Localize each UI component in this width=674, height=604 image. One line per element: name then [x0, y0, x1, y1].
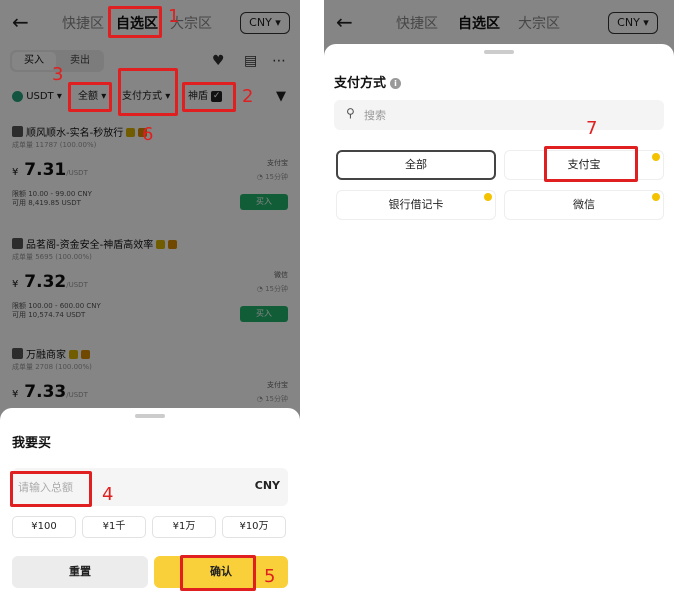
sheet-title: 我要买 — [12, 436, 52, 451]
annotation-1: 1 — [168, 6, 180, 27]
amount-currency: CNY — [254, 479, 280, 492]
info-icon[interactable]: i — [390, 78, 402, 89]
annotation-7: 7 — [586, 118, 598, 139]
alipay-label: 支付宝 — [567, 158, 601, 171]
payment-search: ⚲ — [334, 100, 664, 130]
payment-option-all[interactable]: 全部 — [336, 150, 496, 180]
corner-badge-icon — [652, 193, 660, 201]
divider-gap — [300, 0, 324, 604]
sheet-handle[interactable] — [484, 50, 514, 54]
sheet-handle[interactable] — [135, 414, 165, 418]
corner-badge-icon — [652, 153, 660, 161]
payment-method-sheet: 支付方式i ⚲ 全部 支付宝 银行借记卡 微信 — [324, 44, 674, 604]
payment-option-bank-card[interactable]: 银行借记卡 — [336, 190, 496, 220]
screenshot-root: ← 快捷区 自选区 大宗区 CNY ▾ 买入 卖出 ♥ ▤ ⋯ USDT ▾ 全… — [0, 0, 674, 604]
bank-card-label: 银行借记卡 — [388, 198, 444, 211]
amount-field: CNY — [12, 468, 288, 506]
annotation-5: 5 — [264, 566, 276, 587]
left-phone-screen: ← 快捷区 自选区 大宗区 CNY ▾ 买入 卖出 ♥ ▤ ⋯ USDT ▾ 全… — [0, 0, 300, 604]
payment-sheet-title: 支付方式 — [334, 76, 387, 91]
right-phone-screen: ← 快捷区 自选区 大宗区 CNY ▾ 支付方式i ⚲ 全部 支付宝 银行借记卡… — [324, 0, 674, 604]
payment-option-alipay[interactable]: 支付宝 — [504, 150, 664, 180]
preset-10k[interactable]: ¥1万 — [152, 516, 216, 538]
annotation-2: 2 — [242, 86, 254, 107]
sheet-title: 支付方式 i — [334, 72, 402, 91]
annotation-6: 6 — [142, 124, 154, 145]
amount-input[interactable] — [18, 476, 218, 498]
preset-1k[interactable]: ¥1千 — [82, 516, 146, 538]
payment-option-wechat[interactable]: 微信 — [504, 190, 664, 220]
search-input[interactable] — [364, 105, 644, 125]
buy-amount-sheet: 我要买 CNY ¥100 ¥1千 ¥1万 ¥10万 重置 确认 — [0, 408, 300, 604]
reset-button[interactable]: 重置 — [12, 556, 148, 588]
wechat-label: 微信 — [573, 198, 595, 211]
corner-badge-icon — [484, 193, 492, 201]
preset-100k[interactable]: ¥10万 — [222, 516, 286, 538]
annotation-3: 3 — [52, 64, 64, 85]
preset-100[interactable]: ¥100 — [12, 516, 76, 538]
annotation-4: 4 — [102, 484, 114, 505]
search-icon: ⚲ — [346, 106, 355, 120]
